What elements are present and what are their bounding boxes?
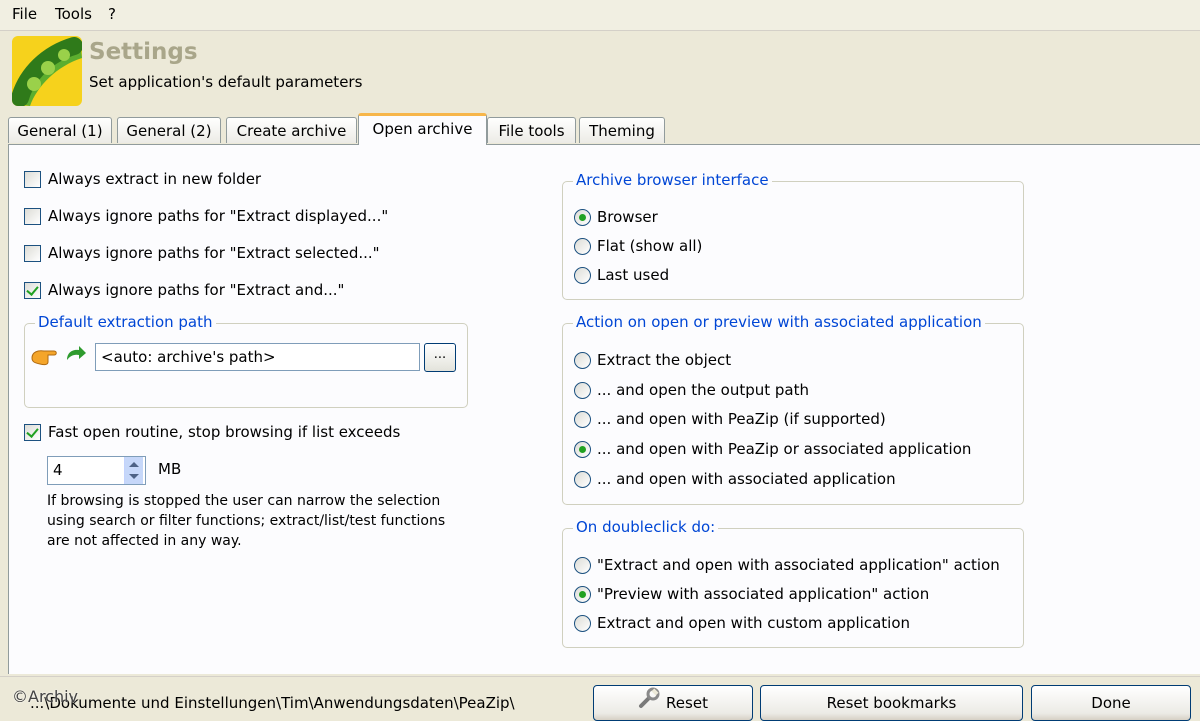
tab-general-1[interactable]: General (1) — [8, 117, 112, 143]
menu-help[interactable]: ? — [108, 5, 116, 23]
tab-open-archive[interactable]: Open archive — [358, 113, 487, 145]
radio-open-peazip[interactable] — [574, 411, 591, 428]
radio-label: ... and open with associated application — [597, 470, 896, 488]
page-title: Settings — [89, 39, 198, 65]
radio-dblclick-custom[interactable] — [574, 615, 591, 632]
reset-bookmarks-button[interactable]: Reset bookmarks — [760, 685, 1023, 721]
radio-label: Browser — [597, 208, 658, 226]
checkbox-ignore-paths-extract-and[interactable] — [24, 282, 41, 299]
size-spinner[interactable] — [124, 457, 143, 484]
group-title: Archive browser interface — [573, 171, 772, 189]
peazip-logo-icon — [12, 36, 82, 106]
radio-label: "Preview with associated application" ac… — [597, 585, 930, 603]
note-line: are not affected in any way. — [47, 533, 242, 549]
radio-last-used[interactable] — [574, 267, 591, 284]
checkbox-fast-open[interactable] — [24, 424, 41, 441]
watermark: ©Archiv — [12, 687, 79, 706]
checkbox-label: Always ignore paths for "Extract display… — [48, 207, 389, 225]
checkbox-label: Fast open routine, stop browsing if list… — [48, 423, 401, 441]
green-arrow-icon[interactable] — [64, 344, 88, 368]
checkbox-label: Always ignore paths for "Extract and..." — [48, 281, 345, 299]
menu-tools[interactable]: Tools — [55, 5, 92, 23]
tab-create-archive[interactable]: Create archive — [226, 117, 357, 143]
tab-file-tools[interactable]: File tools — [487, 117, 576, 143]
radio-flat[interactable] — [574, 238, 591, 255]
group-title: Action on open or preview with associate… — [573, 313, 985, 331]
tab-theming[interactable]: Theming — [579, 117, 665, 143]
radio-label: Last used — [597, 266, 670, 284]
note-line: using search or filter functions; extrac… — [47, 513, 446, 529]
settings-path: ...\Dokumente und Einstellungen\Tim\Anwe… — [30, 694, 515, 712]
group-title: Default extraction path — [35, 313, 216, 331]
size-limit-value: 4 — [53, 461, 63, 479]
page-subtitle: Set application's default parameters — [89, 73, 363, 91]
radio-extract-object[interactable] — [574, 352, 591, 369]
checkbox-extract-new-folder[interactable] — [24, 171, 41, 188]
radio-label: Extract the object — [597, 351, 732, 369]
menu-file[interactable]: File — [12, 5, 37, 23]
reset-button[interactable]: Reset — [593, 685, 753, 721]
radio-browser[interactable] — [574, 209, 591, 226]
radio-label: ... and open the output path — [597, 381, 809, 399]
radio-label: Flat (show all) — [597, 237, 703, 255]
note-line: If browsing is stopped the user can narr… — [47, 493, 441, 509]
extraction-path-input[interactable]: <auto: archive's path> — [95, 343, 420, 371]
radio-open-peazip-or-associated[interactable] — [574, 441, 591, 458]
group-title: On doubleclick do: — [573, 518, 719, 536]
checkbox-label: Always extract in new folder — [48, 170, 262, 188]
settings-header: Settings Set application's default param… — [0, 31, 1200, 115]
fast-open-note: If browsing is stopped the user can narr… — [47, 491, 445, 551]
radio-dblclick-extract-open[interactable] — [574, 557, 591, 574]
status-bar: ...\Dokumente und Einstellungen\Tim\Anwe… — [0, 676, 1200, 721]
radio-dblclick-preview[interactable] — [574, 586, 591, 603]
radio-open-output-path[interactable] — [574, 382, 591, 399]
size-unit: MB — [158, 460, 182, 478]
radio-label: ... and open with PeaZip (if supported) — [597, 410, 886, 428]
tab-general-2[interactable]: General (2) — [117, 117, 221, 143]
radio-label: ... and open with PeaZip or associated a… — [597, 440, 972, 458]
checkbox-ignore-paths-selected[interactable] — [24, 245, 41, 262]
checkbox-ignore-paths-displayed[interactable] — [24, 208, 41, 225]
pointing-hand-icon[interactable] — [30, 344, 58, 370]
done-button[interactable]: Done — [1031, 685, 1191, 721]
menu-bar: File Tools ? — [0, 0, 1200, 31]
radio-label: Extract and open with custom application — [597, 614, 911, 632]
wrench-icon — [638, 687, 660, 721]
reset-label: Reset — [666, 694, 708, 712]
radio-open-associated[interactable] — [574, 471, 591, 488]
radio-label: "Extract and open with associated applic… — [597, 556, 1000, 574]
checkbox-label: Always ignore paths for "Extract selecte… — [48, 244, 380, 262]
browse-button[interactable]: ... — [424, 343, 456, 372]
